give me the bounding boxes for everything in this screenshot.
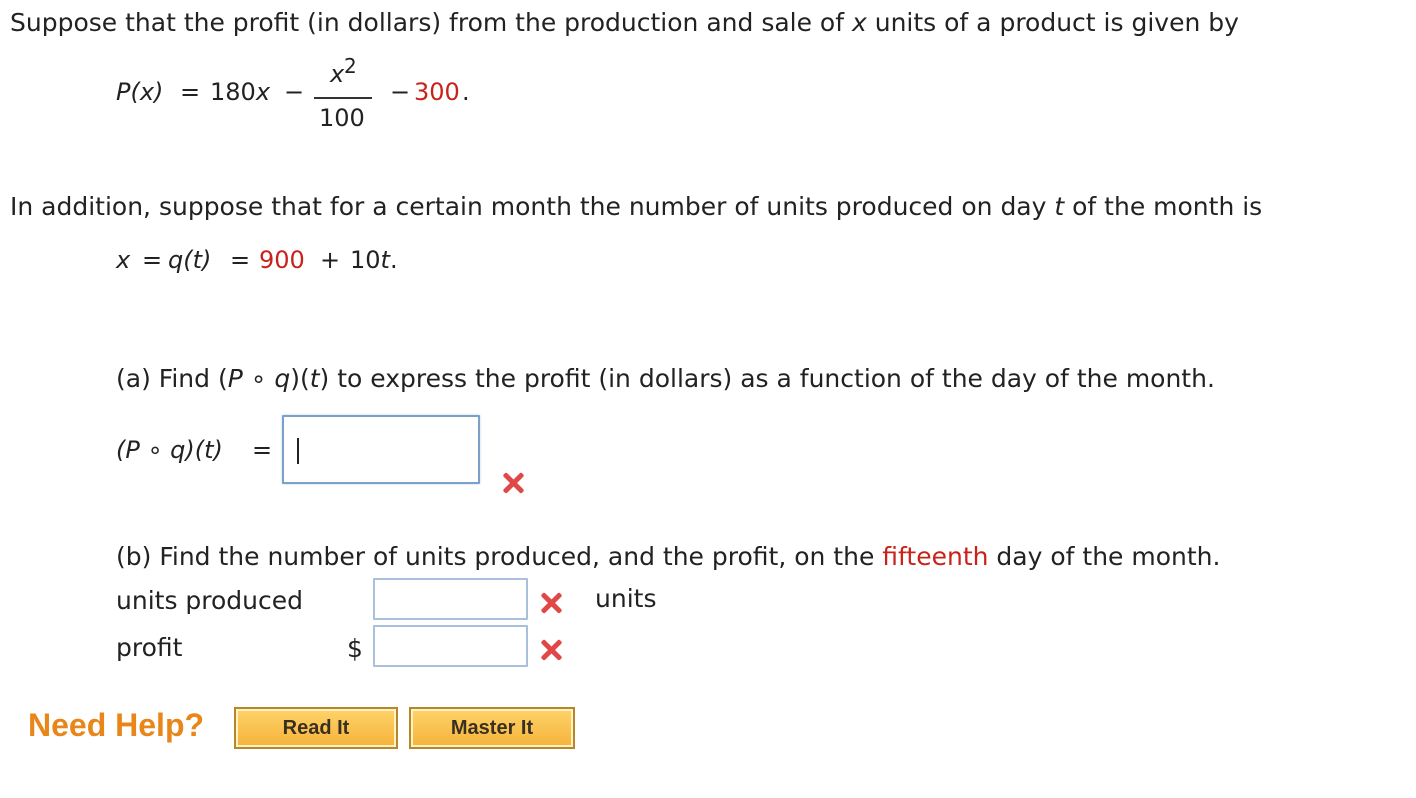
profit-input[interactable]: [373, 625, 528, 667]
equals-sign: =: [180, 78, 201, 106]
units-suffix: units: [595, 584, 657, 613]
fifteenth-highlight: fifteenth: [882, 542, 989, 571]
plus-sign: +: [320, 246, 341, 274]
text-cursor: [297, 438, 299, 464]
part-a-equals: =: [252, 436, 273, 464]
master-it-button[interactable]: Master It: [409, 707, 575, 749]
period: .: [462, 78, 470, 106]
part-a-label: (P ∘ q)(t): [116, 436, 223, 464]
profit-label: profit: [116, 633, 183, 662]
addition-text: In addition, suppose that for a certain …: [10, 192, 1263, 221]
linear-term: 180x: [210, 78, 271, 106]
q-function: q(t): [168, 246, 212, 274]
intro-text: Suppose that the profit (in dollars) fro…: [10, 8, 1239, 37]
wrong-answer-icon: [500, 470, 526, 496]
equals-sign-b: =: [230, 246, 251, 274]
read-it-button[interactable]: Read It: [234, 707, 398, 749]
dollar-sign: $: [347, 634, 363, 663]
minus-sign-2: −: [390, 78, 411, 106]
profit-function-name: P(x): [116, 78, 164, 106]
units-produced-input[interactable]: [373, 578, 528, 620]
fraction-numerator: x: [330, 60, 345, 88]
production-linear-term: 10t.: [350, 246, 398, 274]
numerator-exponent: 2: [344, 54, 357, 78]
composite-function-input[interactable]: [282, 415, 480, 484]
x-variable: x: [116, 246, 131, 274]
minus-sign: −: [284, 78, 305, 106]
units-produced-label: units produced: [116, 586, 304, 615]
fraction-denominator: 100: [319, 104, 365, 132]
profit-constant: 300: [414, 78, 460, 106]
wrong-answer-icon: [538, 637, 564, 663]
equals-sign-a: =: [142, 246, 163, 274]
need-help-title: Need Help?: [28, 707, 205, 743]
part-a-prompt: (a) Find (P ∘ q)(t) to express the profi…: [116, 364, 1215, 393]
production-constant: 900: [259, 246, 305, 274]
wrong-answer-icon: [538, 590, 564, 616]
fraction-bar: [314, 97, 372, 99]
part-b-prompt: (b) Find the number of units produced, a…: [116, 542, 1221, 571]
